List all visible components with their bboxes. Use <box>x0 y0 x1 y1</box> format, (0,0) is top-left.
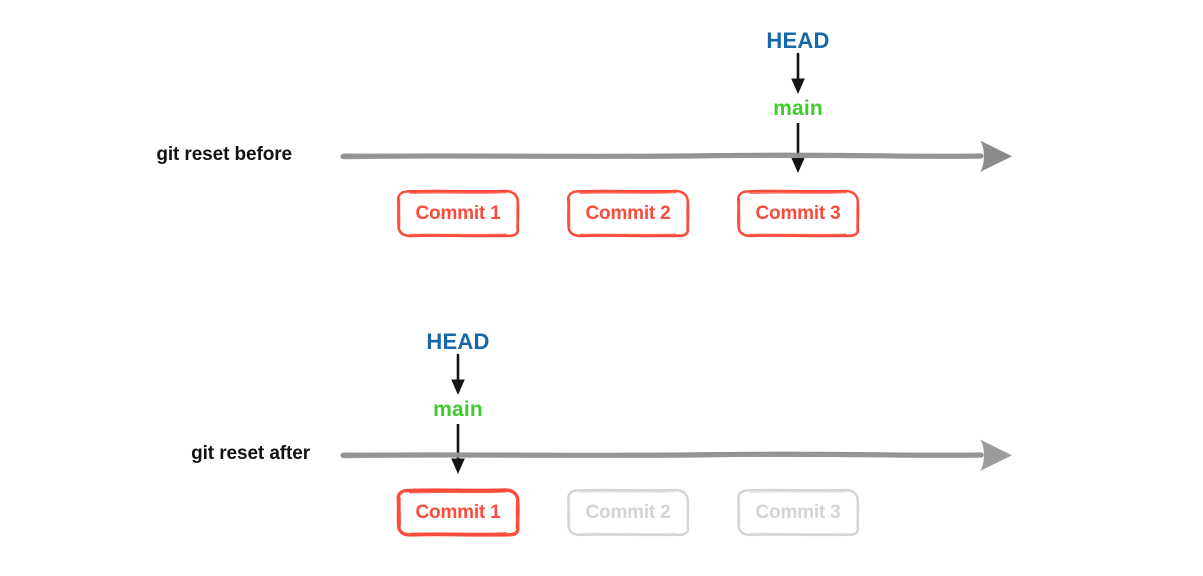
commit-label-after-3: Commit 3 <box>755 501 841 523</box>
head-to-branch-arrow-after <box>451 353 465 395</box>
commit-box-before-2[interactable]: Commit 2 <box>566 189 690 238</box>
timeline-after <box>336 435 1016 475</box>
commit-box-before-3[interactable]: Commit 3 <box>736 189 860 238</box>
commit-label-after-1: Commit 1 <box>415 501 501 523</box>
row-label-before: git reset before <box>156 144 292 165</box>
branch-label-after: main <box>433 398 483 421</box>
row-label-after: git reset after <box>191 443 310 464</box>
head-label-before: HEAD <box>766 28 830 53</box>
commit-box-after-1[interactable]: Commit 1 <box>396 488 520 537</box>
commit-label-after-2: Commit 2 <box>585 501 671 523</box>
timeline-before <box>336 136 1016 176</box>
commit-box-after-2[interactable]: Commit 2 <box>566 488 690 537</box>
commit-label-before-3: Commit 3 <box>755 202 841 224</box>
branch-label-before: main <box>773 97 823 120</box>
head-to-branch-arrow-before <box>791 52 805 94</box>
diagram-canvas: git reset before HEAD main Commit 1 Comm… <box>0 0 1203 576</box>
commit-box-before-1[interactable]: Commit 1 <box>396 189 520 238</box>
commit-label-before-1: Commit 1 <box>415 202 501 224</box>
commit-label-before-2: Commit 2 <box>585 202 671 224</box>
head-label-after: HEAD <box>426 329 490 354</box>
commit-box-after-3[interactable]: Commit 3 <box>736 488 860 537</box>
